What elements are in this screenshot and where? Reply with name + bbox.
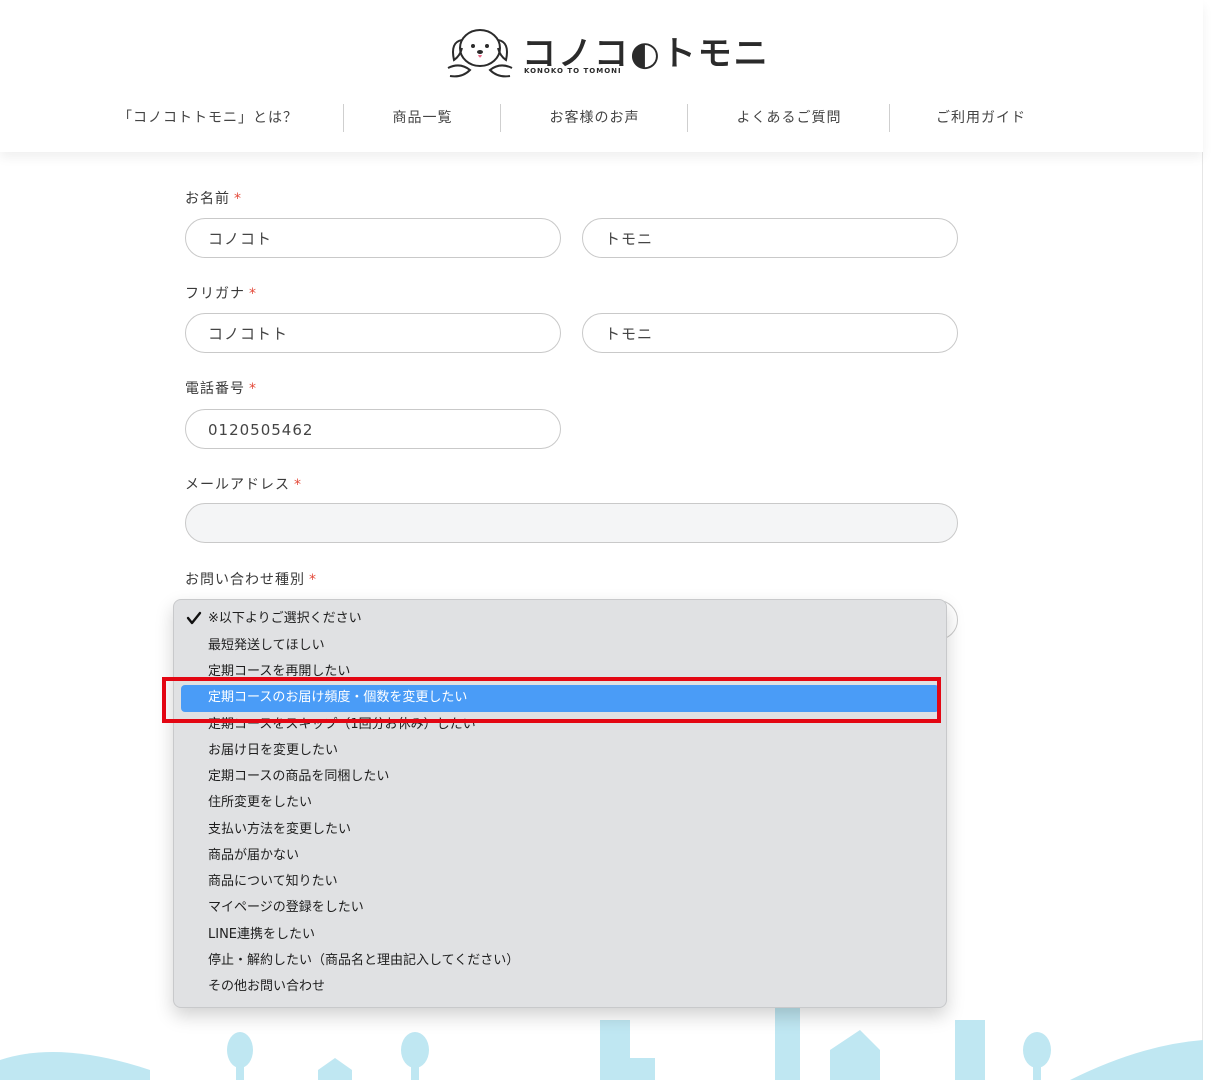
site-header: コノコ◐トモニ KONOKO TO TOMONI 「コノコトトモニ」とは？ 商品…: [0, 0, 1203, 152]
email-input[interactable]: [185, 503, 958, 543]
phone-input[interactable]: 0120505462: [185, 409, 561, 449]
nav-divider: [687, 104, 688, 132]
checkmark-icon: [186, 611, 202, 625]
last-name-kana-input[interactable]: コノコトト: [185, 313, 561, 353]
furigana-label: フリガナ *: [185, 286, 257, 302]
dropdown-option[interactable]: その他お問い合わせ: [208, 976, 325, 998]
dropdown-option[interactable]: 定期コースの商品を同梱したい: [208, 766, 389, 788]
dropdown-option[interactable]: 停止・解約したい（商品名と理由記入してください）: [208, 950, 519, 972]
required-mark: *: [309, 572, 317, 588]
dropdown-option[interactable]: 商品について知りたい: [208, 871, 338, 893]
right-border: [1202, 0, 1203, 1080]
required-mark: *: [234, 191, 242, 207]
dog-mascot-icon: [447, 29, 513, 78]
last-name-input[interactable]: コノコト: [185, 218, 561, 258]
required-mark: *: [249, 286, 257, 302]
nav-divider: [889, 104, 890, 132]
dropdown-option[interactable]: LINE連携をしたい: [208, 924, 315, 946]
nav-item-products[interactable]: 商品一覧: [345, 104, 500, 132]
nav-divider: [500, 104, 501, 132]
nav-item-guide[interactable]: ご利用ガイド: [891, 104, 1071, 132]
dropdown-option[interactable]: マイページの登録をしたい: [208, 897, 364, 919]
nav-item-faq[interactable]: よくあるご質問: [689, 104, 889, 132]
nav-item-voices[interactable]: お客様のお声: [502, 104, 687, 132]
name-label: お名前 *: [185, 191, 242, 207]
inquiry-type-label: お問い合わせ種別 *: [185, 572, 317, 588]
dropdown-option[interactable]: ※以下よりご選択ください: [208, 608, 362, 630]
dropdown-option[interactable]: 支払い方法を変更したい: [208, 819, 351, 841]
nav-item-about[interactable]: 「コノコトトモニ」とは？: [108, 104, 308, 132]
dropdown-option[interactable]: 最短発送してほしい: [208, 635, 325, 657]
annotation-highlight-box: [162, 677, 941, 723]
site-logo[interactable]: コノコ◐トモニ KONOKO TO TOMONI: [440, 20, 768, 82]
phone-label: 電話番号 *: [185, 381, 257, 397]
first-name-input[interactable]: トモニ: [582, 218, 958, 258]
town-scenery-illustration: [0, 1008, 1203, 1080]
logo-subtitle: KONOKO TO TOMONI: [524, 67, 622, 75]
dropdown-option[interactable]: お届け日を変更したい: [208, 740, 338, 762]
dropdown-option[interactable]: 住所変更をしたい: [208, 792, 312, 814]
email-label: メールアドレス *: [185, 477, 302, 493]
first-name-kana-input[interactable]: トモニ: [582, 313, 958, 353]
nav-divider: [343, 104, 344, 132]
main-nav: 「コノコトトモニ」とは？ 商品一覧 お客様のお声 よくあるご質問 ご利用ガイド: [0, 104, 1203, 134]
dropdown-option[interactable]: 商品が届かない: [208, 845, 299, 867]
required-mark: *: [249, 381, 257, 397]
required-mark: *: [294, 477, 302, 493]
